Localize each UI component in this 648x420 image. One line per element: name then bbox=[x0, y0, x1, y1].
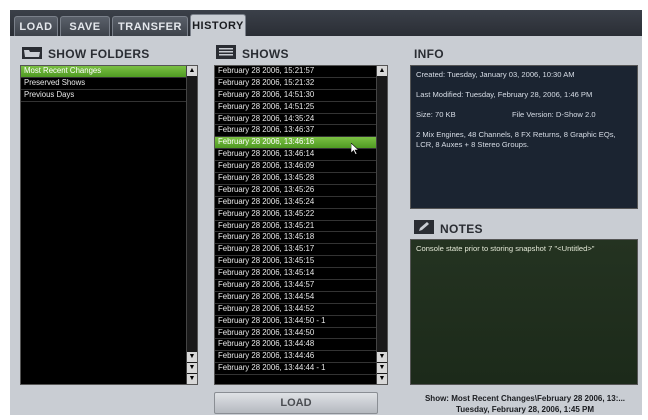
scroll-up-icon[interactable]: ▲ bbox=[187, 66, 197, 76]
show-item[interactable]: February 28 2006, 13:45:17 bbox=[215, 244, 377, 257]
info-version: File Version: D-Show 2.0 bbox=[512, 110, 596, 119]
folder-item-previous-days[interactable]: Previous Days bbox=[21, 90, 187, 102]
page-down-icon[interactable]: ▼ bbox=[377, 352, 387, 362]
show-item[interactable]: February 28 2006, 13:45:22 bbox=[215, 209, 377, 221]
notes-title: NOTES bbox=[414, 219, 483, 239]
status-line-1: Show: Most Recent Changes\February 28 20… bbox=[424, 394, 626, 403]
tab-bar: LOAD SAVE TRANSFER HISTORY bbox=[10, 10, 642, 36]
show-item[interactable]: February 28 2006, 13:44:46 bbox=[215, 351, 377, 364]
show-item[interactable]: February 28 2006, 13:44:54 bbox=[215, 292, 377, 304]
tab-load[interactable]: LOAD bbox=[14, 16, 58, 36]
scroll-end-icon[interactable]: ▼ bbox=[187, 374, 197, 384]
info-description: 2 Mix Engines, 48 Channels, 8 FX Returns… bbox=[416, 130, 616, 149]
info-size: Size: 70 KB bbox=[416, 110, 456, 119]
show-item[interactable]: February 28 2006, 13:45:24 bbox=[215, 197, 377, 209]
folders-title-label: SHOW FOLDERS bbox=[48, 47, 150, 61]
folders-scrollbar[interactable]: ▲ ▼ ▼ ▼ bbox=[186, 66, 197, 384]
shows-title-label: SHOWS bbox=[242, 47, 289, 61]
load-button[interactable]: LOAD bbox=[214, 392, 378, 414]
info-title: INFO bbox=[414, 47, 444, 61]
folders-title: SHOW FOLDERS bbox=[22, 44, 150, 64]
folders-list[interactable]: Most Recent Changes Preserved Shows Prev… bbox=[20, 65, 198, 385]
pencil-icon bbox=[414, 219, 434, 240]
info-size-row: Size: 70 KB File Version: D-Show 2.0 bbox=[416, 110, 632, 120]
show-item[interactable]: February 28 2006, 13:44:50 bbox=[215, 328, 377, 340]
show-item[interactable]: February 28 2006, 15:21:32 bbox=[215, 78, 377, 90]
shows-scrollbar[interactable]: ▲ ▼ ▼ ▼ bbox=[376, 66, 387, 384]
shows-title: SHOWS bbox=[216, 44, 289, 64]
show-item[interactable]: February 28 2006, 13:45:26 bbox=[215, 185, 377, 197]
show-item[interactable]: February 28 2006, 13:44:48 bbox=[215, 339, 377, 352]
notes-title-label: NOTES bbox=[440, 222, 483, 236]
document-icon bbox=[216, 44, 236, 65]
show-item[interactable]: February 28 2006, 14:35:24 bbox=[215, 114, 377, 126]
info-panel: Created: Tuesday, January 03, 2006, 10:3… bbox=[410, 65, 638, 209]
tab-transfer[interactable]: TRANSFER bbox=[112, 16, 188, 36]
show-item[interactable]: February 28 2006, 13:44:52 bbox=[215, 304, 377, 316]
status-line-2: Tuesday, February 28, 2006, 1:45 PM bbox=[456, 405, 594, 414]
folder-item-most-recent[interactable]: Most Recent Changes bbox=[21, 66, 187, 78]
show-item[interactable]: February 28 2006, 13:45:18 bbox=[215, 232, 377, 245]
show-item[interactable]: February 28 2006, 13:45:14 bbox=[215, 268, 377, 281]
tab-save[interactable]: SAVE bbox=[60, 16, 110, 36]
info-created: Created: Tuesday, January 03, 2006, 10:3… bbox=[416, 70, 575, 79]
show-manager-window: LOAD SAVE TRANSFER HISTORY SHOW FOLDERS … bbox=[10, 10, 642, 415]
show-item[interactable]: February 28 2006, 13:44:44 - 1 bbox=[215, 363, 377, 376]
show-item[interactable]: February 28 2006, 13:45:15 bbox=[215, 256, 377, 269]
mouse-cursor-icon bbox=[351, 143, 360, 155]
status-text: Show: Most Recent Changes\February 28 20… bbox=[410, 393, 640, 415]
show-item[interactable]: February 28 2006, 13:45:28 bbox=[215, 173, 377, 185]
page-down-icon[interactable]: ▼ bbox=[187, 352, 197, 362]
show-item[interactable]: February 28 2006, 14:51:30 bbox=[215, 90, 377, 102]
scroll-down-icon[interactable]: ▼ bbox=[377, 363, 387, 373]
tab-history[interactable]: HISTORY bbox=[190, 14, 246, 36]
show-item[interactable]: February 28 2006, 13:44:50 - 1 bbox=[215, 316, 377, 328]
notes-text: Console state prior to storing snapshot … bbox=[416, 244, 595, 253]
show-item[interactable]: February 28 2006, 13:46:37 bbox=[215, 125, 377, 138]
show-item[interactable]: February 28 2006, 14:51:25 bbox=[215, 102, 377, 114]
shows-list[interactable]: February 28 2006, 15:21:57 February 28 20… bbox=[214, 65, 388, 385]
show-item[interactable]: February 28 2006, 15:21:57 bbox=[215, 66, 377, 78]
show-item[interactable]: February 28 2006, 13:45:21 bbox=[215, 221, 377, 233]
notes-field[interactable]: Console state prior to storing snapshot … bbox=[410, 239, 638, 385]
show-item[interactable]: February 28 2006, 13:46:09 bbox=[215, 161, 377, 174]
scroll-up-icon[interactable]: ▲ bbox=[377, 66, 387, 76]
folder-item-preserved[interactable]: Preserved Shows bbox=[21, 78, 187, 90]
show-item[interactable]: February 28 2006, 13:44:57 bbox=[215, 280, 377, 292]
scroll-end-icon[interactable]: ▼ bbox=[377, 374, 387, 384]
scroll-down-icon[interactable]: ▼ bbox=[187, 363, 197, 373]
info-modified: Last Modified: Tuesday, February 28, 200… bbox=[416, 90, 593, 99]
folder-icon bbox=[22, 45, 42, 65]
